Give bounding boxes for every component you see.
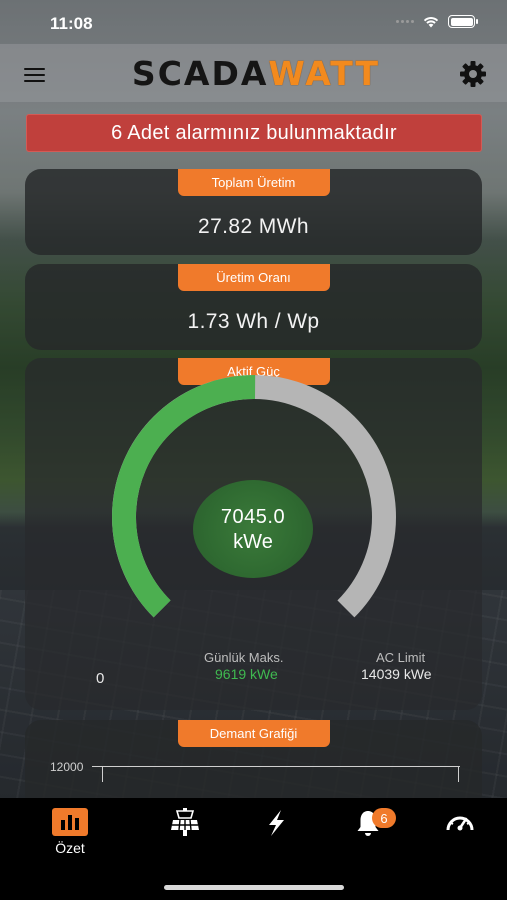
active-power-value: 7045.0 [220,506,286,528]
daily-max-label: Günlük Maks. [204,650,284,665]
lightning-icon [269,810,284,836]
demand-chart-right-border [458,766,459,782]
gauge-zero-label: 0 [96,670,105,687]
speedometer-icon [446,816,474,831]
alarm-count-badge: 6 [372,808,396,828]
demand-chart-label: Demant Grafiği [177,720,330,747]
ac-limit-label: AC Limit [376,650,426,665]
gauge-center: 7045.0 kWe [193,480,313,578]
demand-chart-axis-line [92,766,460,767]
ac-limit-value: 14039 kWe [361,666,432,682]
demand-chart-y-tick: 12000 [50,760,84,774]
tab-summary[interactable]: Özet [40,808,100,868]
bar-chart-icon [52,808,88,836]
tab-summary-label: Özet [55,840,85,856]
tab-solar-panels[interactable] [155,808,215,868]
tab-performance[interactable] [430,808,490,868]
home-indicator [164,885,344,890]
demand-chart-left-border [102,766,103,782]
daily-max-value: 9619 kWe [215,666,278,682]
tab-power[interactable] [246,808,306,868]
solar-panel-icon [171,808,199,836]
demand-chart-card: Demant Grafiği [25,720,482,810]
active-power-unit: kWe [233,531,273,553]
